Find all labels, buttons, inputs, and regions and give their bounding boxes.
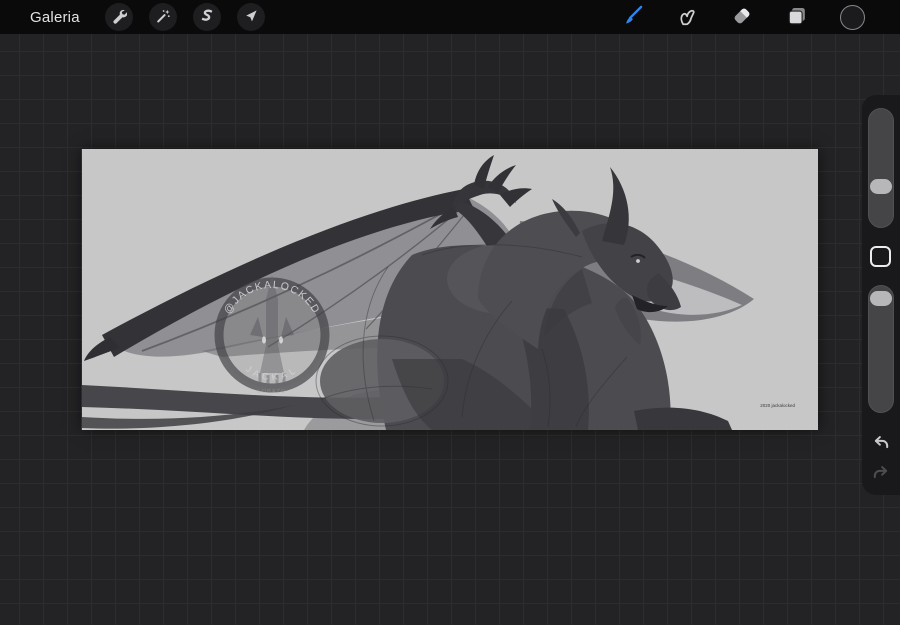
watermark: @JACKALOCKED JACKAL LOBAZO (214, 275, 330, 395)
color-button[interactable] (839, 4, 865, 30)
workspace-background: @JACKALOCKED JACKAL LOBAZO 2020 jackaloc… (0, 34, 900, 625)
gallery-button[interactable]: Galeria (30, 9, 80, 26)
smudge-icon (676, 5, 698, 30)
redo-button[interactable] (869, 461, 893, 485)
layers-icon (786, 5, 808, 30)
brush-size-handle[interactable] (870, 179, 892, 194)
redo-icon (872, 464, 890, 483)
layers-button[interactable] (784, 4, 810, 30)
artist-signature: 2020 jackalocked (760, 403, 795, 408)
sidebar (862, 95, 900, 495)
undo-icon (872, 434, 890, 453)
modify-button[interactable] (870, 246, 891, 267)
watermark-subtext: LOBAZO (258, 389, 286, 395)
selection-button[interactable] (192, 3, 221, 31)
actions-button[interactable] (104, 3, 133, 31)
transform-arrow-icon (243, 8, 259, 27)
paint-tool-button[interactable] (619, 4, 645, 30)
selection-s-icon (199, 8, 215, 27)
color-swatch (839, 4, 865, 30)
undo-button[interactable] (869, 431, 893, 455)
left-tool-group (104, 3, 265, 31)
erase-tool-button[interactable] (729, 4, 755, 30)
artwork-canvas[interactable]: @JACKALOCKED JACKAL LOBAZO 2020 jackaloc… (82, 149, 818, 430)
magic-wand-icon (155, 8, 171, 27)
eraser-icon (731, 5, 753, 30)
smudge-tool-button[interactable] (674, 4, 700, 30)
brush-icon (621, 5, 643, 30)
opacity-handle[interactable] (870, 291, 892, 306)
wrench-icon (111, 8, 127, 27)
brush-size-slider[interactable] (868, 108, 894, 228)
dragon-artwork: @JACKALOCKED JACKAL LOBAZO 2020 jackaloc… (82, 155, 795, 430)
topbar: Galeria (0, 0, 900, 34)
right-tool-group (619, 4, 900, 30)
opacity-slider[interactable] (868, 285, 894, 413)
transform-button[interactable] (236, 3, 265, 31)
adjustments-button[interactable] (148, 3, 177, 31)
